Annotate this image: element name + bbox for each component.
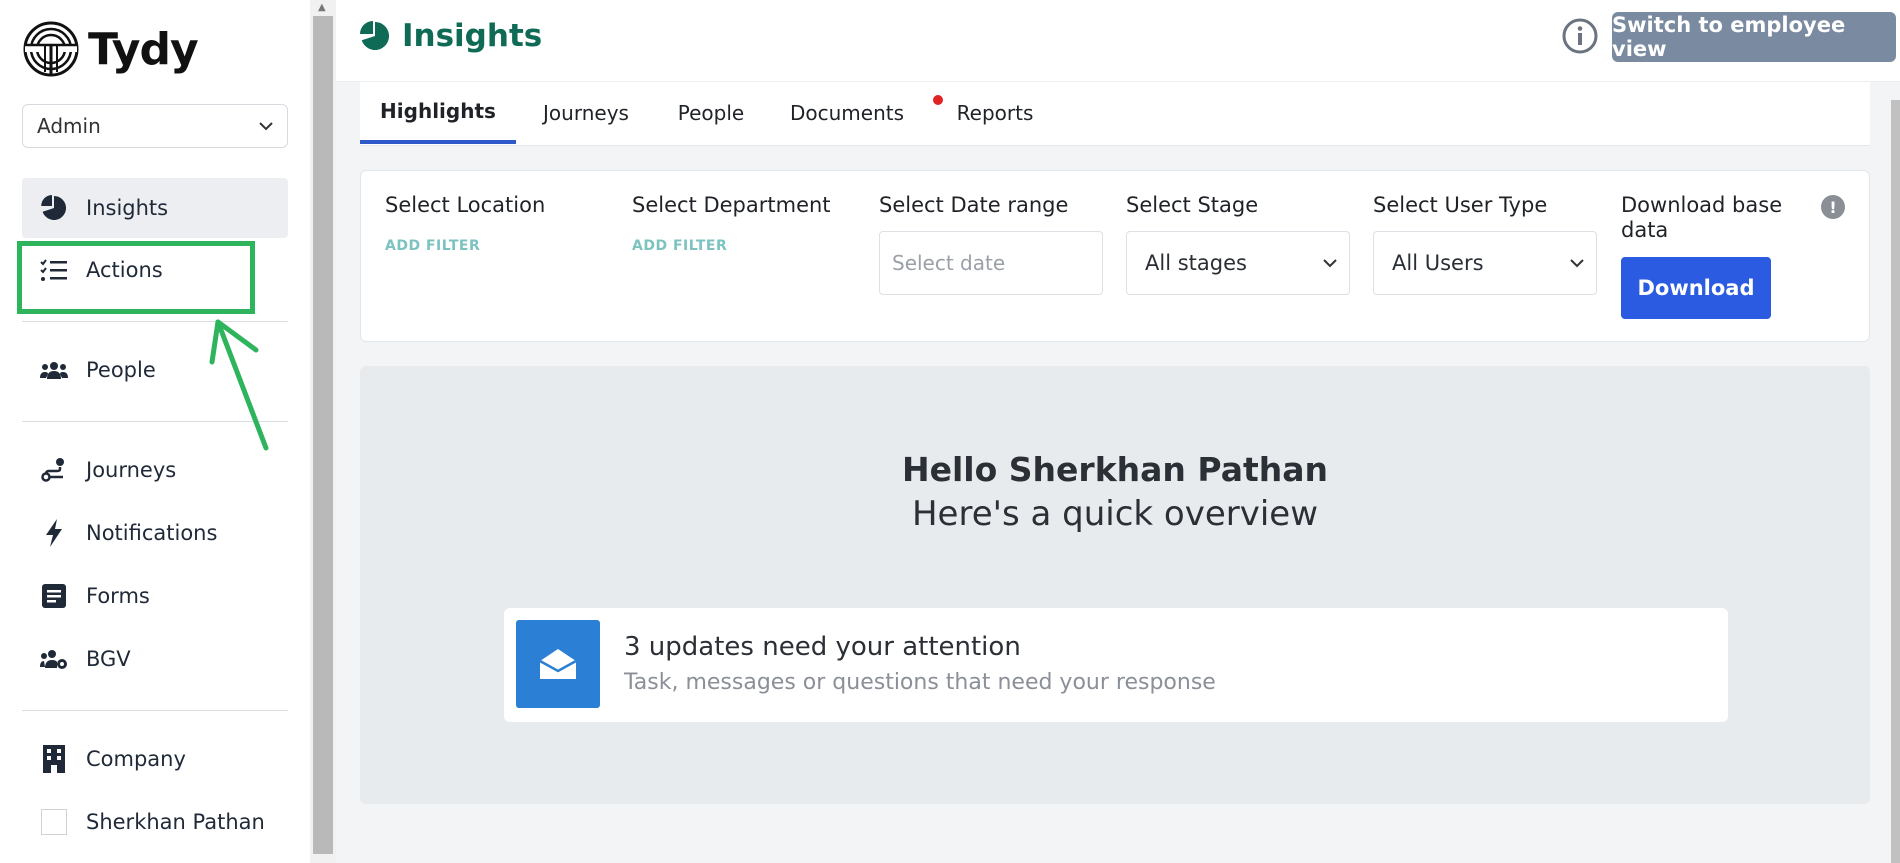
sidebar-item-company[interactable]: Company xyxy=(22,729,288,789)
switch-to-employee-view-button[interactable]: Switch to employee view xyxy=(1612,12,1896,62)
tab-reports[interactable]: Reports xyxy=(930,82,1060,144)
info-icon[interactable] xyxy=(1562,18,1598,54)
envelope-open-icon xyxy=(516,620,600,708)
page-scrollbar-thumb[interactable] xyxy=(1891,100,1900,863)
route-icon xyxy=(40,456,68,484)
tab-highlights[interactable]: Highlights xyxy=(360,82,516,144)
stage-filter-label: Select Stage xyxy=(1126,193,1259,217)
logo[interactable]: Tydy xyxy=(22,20,199,78)
building-icon xyxy=(40,745,68,773)
updates-card[interactable]: 3 updates need your attention Task, mess… xyxy=(504,608,1728,722)
sidebar-item-label: Company xyxy=(86,747,186,771)
annotation-highlight-box xyxy=(17,241,255,314)
scroll-up-icon[interactable]: ▲ xyxy=(318,2,326,13)
pie-chart-icon xyxy=(40,194,68,222)
nav-divider xyxy=(22,710,288,711)
avatar xyxy=(40,808,68,836)
updates-subtitle: Task, messages or questions that need yo… xyxy=(624,670,1216,695)
sidebar-item-notifications[interactable]: Notifications xyxy=(22,503,288,563)
updates-title: 3 updates need your attention xyxy=(624,632,1021,662)
sidebar-item-label: People xyxy=(86,358,156,382)
users-icon xyxy=(40,356,68,384)
department-filter-label: Select Department xyxy=(632,193,831,217)
sidebar-item-label: Notifications xyxy=(86,521,218,545)
chevron-down-icon xyxy=(259,122,273,131)
user-type-select-value: All Users xyxy=(1392,251,1484,275)
tab-people[interactable]: People xyxy=(656,82,766,144)
bolt-icon xyxy=(40,519,68,547)
date-range-filter-label: Select Date range xyxy=(879,193,1069,217)
sidebar-item-bgv[interactable]: BGV xyxy=(22,629,288,689)
page-title-text: Insights xyxy=(402,18,543,54)
sidebar: Tydy Admin Insights Actions People Journ… xyxy=(0,0,310,863)
tydy-logo-icon xyxy=(23,21,79,77)
tab-bar: Highlights Journeys People Documents Rep… xyxy=(360,82,1870,146)
sidebar-item-label: Sherkhan Pathan xyxy=(86,810,265,834)
date-range-input[interactable]: Select date xyxy=(879,231,1103,295)
user-type-select[interactable]: All Users xyxy=(1373,231,1597,295)
role-select[interactable]: Admin xyxy=(22,104,288,148)
greeting: Hello Sherkhan Pathan xyxy=(902,450,1328,489)
sidebar-item-forms[interactable]: Forms xyxy=(22,566,288,626)
brand-name: Tydy xyxy=(88,23,199,75)
overview-panel: Hello Sherkhan Pathan Here's a quick ove… xyxy=(360,366,1870,804)
sidebar-item-label: Journeys xyxy=(86,458,177,482)
tab-journeys[interactable]: Journeys xyxy=(522,82,650,144)
stage-select[interactable]: All stages xyxy=(1126,231,1350,295)
sidebar-item-label: BGV xyxy=(86,647,131,671)
download-button[interactable]: Download xyxy=(1621,257,1771,319)
pie-chart-icon xyxy=(360,21,390,50)
filter-panel: Select Location ADD FILTER Select Depart… xyxy=(360,170,1870,342)
location-add-filter-link[interactable]: ADD FILTER xyxy=(385,238,480,254)
sidebar-item-label: Forms xyxy=(86,584,150,608)
chevron-down-icon xyxy=(1570,259,1584,268)
overview-subtitle: Here's a quick overview xyxy=(911,494,1319,534)
sidebar-item-user[interactable]: Sherkhan Pathan xyxy=(22,792,288,852)
download-base-data-label: Download base data xyxy=(1621,193,1783,242)
exclamation-icon[interactable]: ! xyxy=(1821,195,1845,219)
sidebar-scrollbar-thumb[interactable] xyxy=(313,16,333,854)
users-gear-icon xyxy=(40,645,68,673)
chevron-down-icon xyxy=(1323,259,1337,268)
form-icon xyxy=(40,582,68,610)
annotation-arrow-icon xyxy=(209,319,269,451)
user-type-filter-label: Select User Type xyxy=(1373,193,1548,217)
department-add-filter-link[interactable]: ADD FILTER xyxy=(632,238,727,254)
stage-select-value: All stages xyxy=(1145,251,1247,275)
page-title: Insights xyxy=(360,18,542,54)
sidebar-item-insights[interactable]: Insights xyxy=(22,178,288,238)
tab-documents[interactable]: Documents xyxy=(772,82,922,144)
role-select-value: Admin xyxy=(37,114,101,138)
header: Insights Switch to employee view xyxy=(336,0,1900,82)
location-filter-label: Select Location xyxy=(385,193,546,217)
sidebar-item-label: Insights xyxy=(86,196,169,220)
